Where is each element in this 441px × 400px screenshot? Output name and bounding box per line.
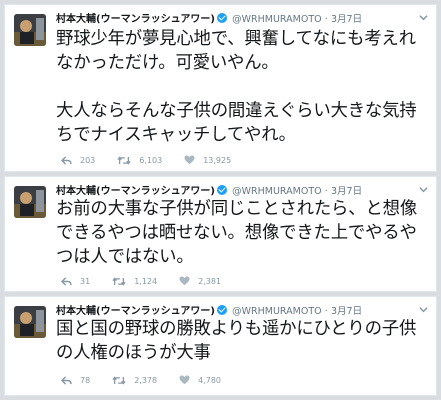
tweet-actions: 31 1,124 2,381 bbox=[61, 276, 243, 286]
reply-count: 203 bbox=[80, 155, 96, 165]
avatar[interactable] bbox=[14, 186, 46, 218]
tweet-card[interactable]: 村本大輔(ウーマンラッシュアワー) @WRHMURAMOTO · 3月7日 野球… bbox=[4, 4, 437, 172]
tweet-actions: 78 2,378 4,780 bbox=[61, 375, 243, 385]
like-button[interactable]: 2,381 bbox=[179, 276, 221, 286]
like-count: 2,381 bbox=[198, 276, 221, 286]
separator-dot: · bbox=[324, 186, 328, 197]
tweet-date[interactable]: 3月7日 bbox=[331, 14, 362, 25]
tweet-text: 野球少年が夢見心地で、興奮してなにも考えれなかっただけ。可愛いやん。 大人ならそ… bbox=[56, 29, 417, 145]
verified-badge-icon bbox=[216, 305, 227, 315]
avatar[interactable] bbox=[14, 306, 46, 338]
tweet-card[interactable]: 村本大輔(ウーマンラッシュアワー) @WRHMURAMOTO · 3月7日 お前… bbox=[4, 176, 437, 292]
tweet-text: お前の大事な子供が同じことされたら、と想像できるやつは晒せない。想像できた上でや… bbox=[56, 199, 418, 267]
user-handle[interactable]: @WRHMURAMOTO bbox=[232, 14, 321, 25]
avatar[interactable] bbox=[14, 14, 46, 46]
retweet-button[interactable]: 1,124 bbox=[112, 277, 157, 286]
reply-button[interactable]: 78 bbox=[61, 376, 90, 385]
user-handle[interactable]: @WRHMURAMOTO bbox=[232, 186, 321, 197]
retweet-icon bbox=[112, 276, 126, 286]
retweet-button[interactable]: 2,378 bbox=[112, 376, 157, 385]
retweet-count: 2,378 bbox=[134, 375, 158, 385]
reply-button[interactable]: 203 bbox=[61, 156, 95, 165]
reply-icon bbox=[61, 375, 72, 385]
retweet-count: 6,103 bbox=[139, 155, 163, 165]
display-name[interactable]: 村本大輔(ウーマンラッシュアワー) bbox=[56, 186, 215, 197]
tweet-date[interactable]: 3月7日 bbox=[331, 306, 362, 317]
user-handle[interactable]: @WRHMURAMOTO bbox=[232, 306, 321, 317]
separator-dot: · bbox=[324, 14, 328, 25]
like-count: 13,925 bbox=[203, 155, 232, 165]
heart-icon bbox=[179, 276, 190, 286]
reply-count: 31 bbox=[80, 276, 91, 286]
like-button[interactable]: 4,780 bbox=[179, 375, 221, 385]
reply-button[interactable]: 31 bbox=[61, 277, 90, 286]
display-name[interactable]: 村本大輔(ウーマンラッシュアワー) bbox=[56, 14, 215, 25]
chevron-down-icon[interactable] bbox=[419, 305, 428, 314]
retweet-button[interactable]: 6,103 bbox=[117, 156, 162, 165]
reply-icon bbox=[61, 276, 72, 286]
verified-badge-icon bbox=[216, 185, 227, 195]
verified-badge-icon bbox=[216, 13, 227, 23]
tweet-date[interactable]: 3月7日 bbox=[331, 186, 362, 197]
tweet-text: 国と国の野球の勝敗よりも遥かにひとりの子供の人権のほうが大事 bbox=[56, 319, 417, 363]
like-count: 4,780 bbox=[198, 375, 221, 385]
tweet-actions: 203 6,103 13,925 bbox=[61, 155, 253, 165]
retweet-icon bbox=[117, 155, 131, 165]
reply-icon bbox=[61, 155, 72, 165]
retweet-count: 1,124 bbox=[134, 276, 158, 286]
heart-icon bbox=[179, 375, 190, 385]
separator-dot: · bbox=[324, 306, 328, 317]
retweet-icon bbox=[112, 375, 126, 385]
tweet-card[interactable]: 村本大輔(ウーマンラッシュアワー) @WRHMURAMOTO · 3月7日 国と… bbox=[4, 296, 437, 396]
tweet-header: 村本大輔(ウーマンラッシュアワー) @WRHMURAMOTO · 3月7日 bbox=[56, 13, 362, 26]
display-name[interactable]: 村本大輔(ウーマンラッシュアワー) bbox=[56, 306, 215, 317]
heart-icon bbox=[184, 155, 195, 165]
reply-count: 78 bbox=[80, 375, 91, 385]
chevron-down-icon[interactable] bbox=[419, 185, 428, 194]
like-button[interactable]: 13,925 bbox=[184, 155, 231, 165]
chevron-down-icon[interactable] bbox=[419, 13, 428, 22]
